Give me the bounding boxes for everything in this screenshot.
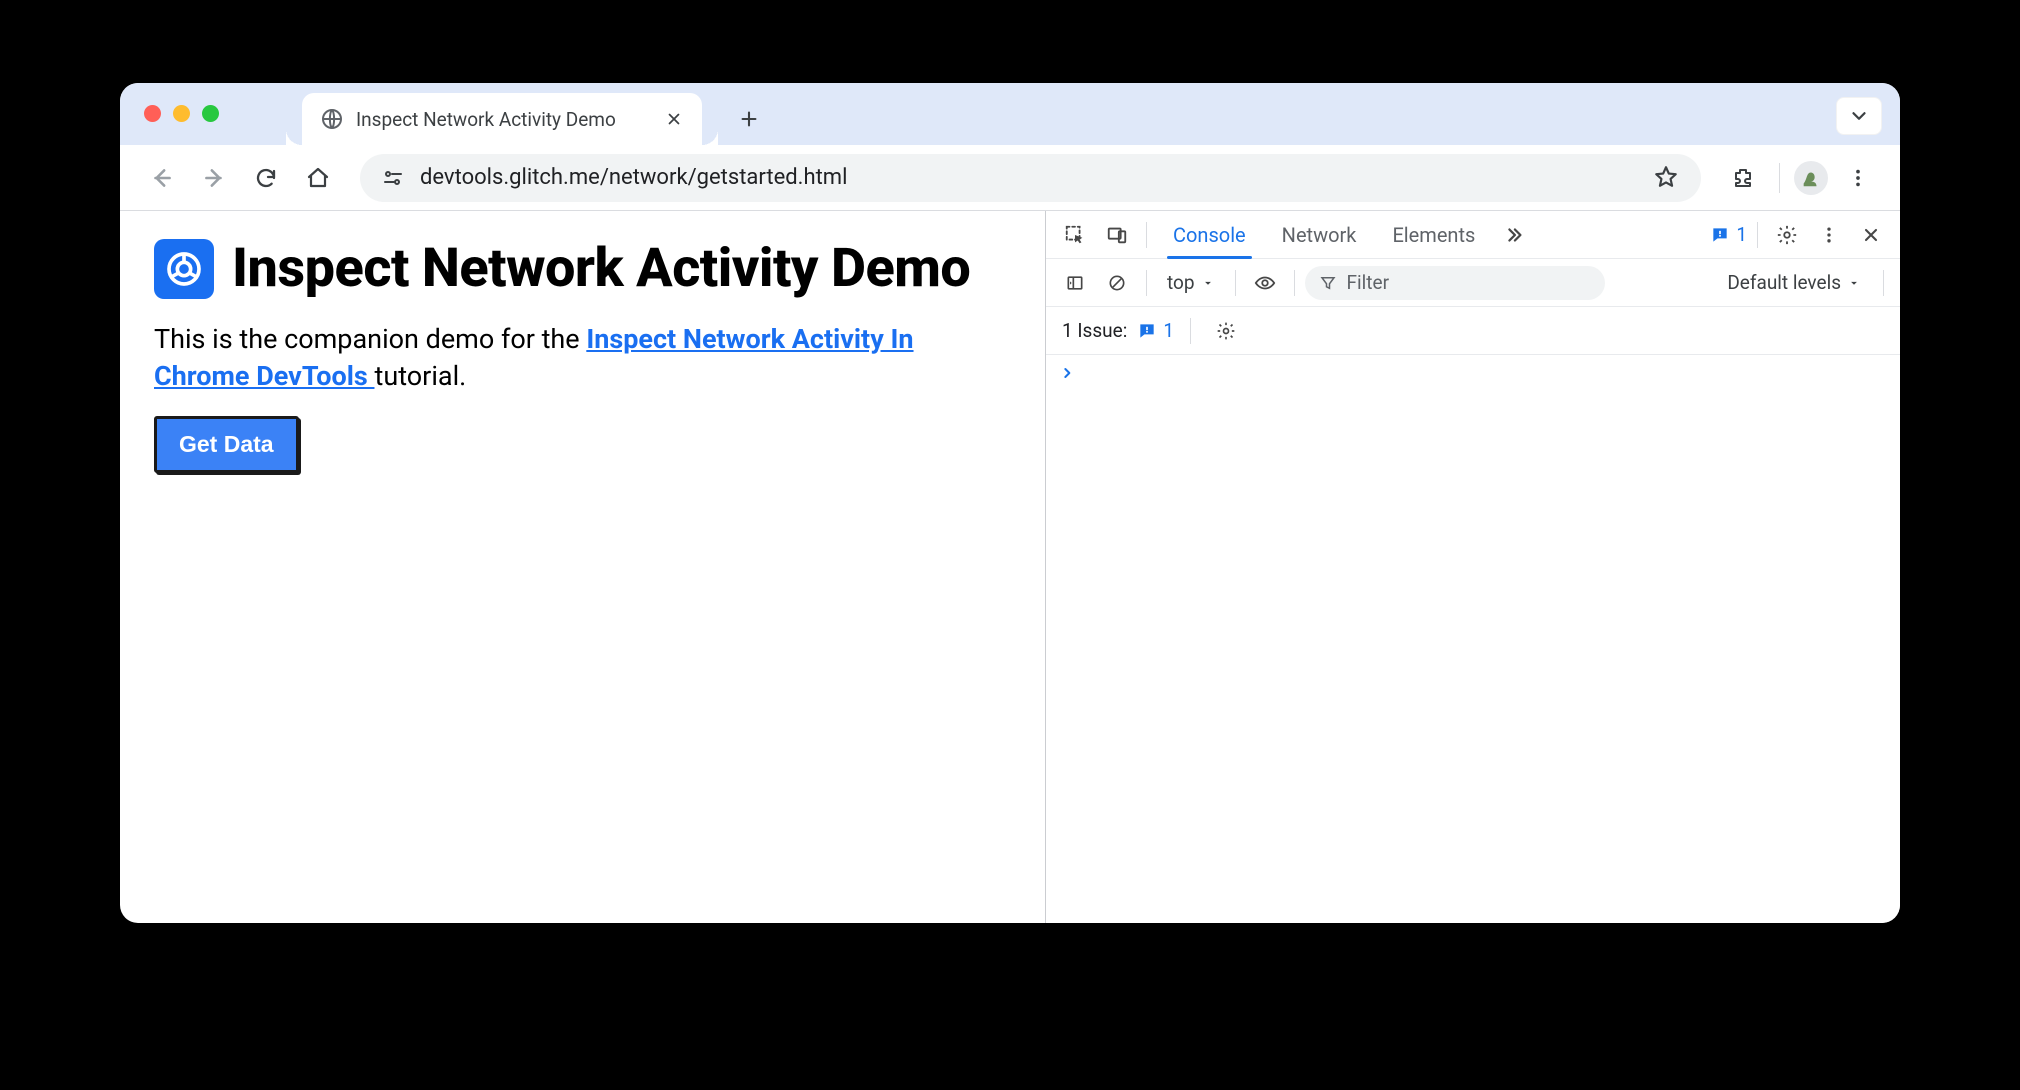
site-settings-icon[interactable]: [380, 165, 406, 191]
page-heading: Inspect Network Activity Demo: [154, 239, 1011, 299]
devtools-app-icon: [154, 239, 214, 299]
tab-strip: Inspect Network Activity Demo: [120, 83, 1900, 145]
browser-toolbar: devtools.glitch.me/network/getstarted.ht…: [120, 145, 1900, 211]
issues-count: 1: [1736, 223, 1747, 246]
issues-indicator[interactable]: 1: [1710, 223, 1747, 246]
clear-console-icon[interactable]: [1098, 264, 1136, 302]
browser-window: Inspect Network Activity Demo: [120, 83, 1900, 923]
minimize-window-button[interactable]: [173, 105, 190, 122]
close-devtools-icon[interactable]: [1852, 216, 1890, 254]
address-bar[interactable]: devtools.glitch.me/network/getstarted.ht…: [360, 154, 1701, 202]
tab-console[interactable]: Console: [1157, 211, 1262, 258]
page-intro: This is the companion demo for the Inspe…: [154, 321, 934, 394]
home-button[interactable]: [296, 156, 340, 200]
inspect-element-icon[interactable]: [1056, 216, 1094, 254]
reload-button[interactable]: [244, 156, 288, 200]
execution-context-selector[interactable]: top: [1157, 267, 1225, 299]
forward-button[interactable]: [192, 156, 236, 200]
tab-title: Inspect Network Activity Demo: [356, 108, 650, 131]
tab-elements[interactable]: Elements: [1376, 211, 1491, 258]
issues-label: 1 Issue:: [1062, 319, 1127, 342]
toggle-sidebar-icon[interactable]: [1056, 264, 1094, 302]
page-heading-text: Inspect Network Activity Demo: [232, 239, 970, 299]
devtools-separator: [1146, 270, 1147, 296]
profile-avatar[interactable]: [1794, 161, 1828, 195]
devtools-separator: [1757, 222, 1758, 248]
levels-label: Default levels: [1727, 271, 1841, 294]
filter-icon: [1319, 274, 1337, 292]
devtools-main-toolbar: Console Network Elements 1: [1046, 211, 1900, 259]
devtools-menu-icon[interactable]: [1810, 216, 1848, 254]
web-page: Inspect Network Activity Demo This is th…: [120, 211, 1046, 923]
back-button[interactable]: [140, 156, 184, 200]
console-output[interactable]: [1046, 355, 1900, 923]
devtools-separator: [1190, 318, 1191, 344]
devtools-separator: [1294, 270, 1295, 296]
settings-gear-icon[interactable]: [1768, 216, 1806, 254]
console-settings-gear-icon[interactable]: [1207, 312, 1245, 350]
live-expression-icon[interactable]: [1246, 264, 1284, 302]
close-window-button[interactable]: [144, 105, 161, 122]
device-toolbar-icon[interactable]: [1098, 216, 1136, 254]
console-prompt-icon: [1060, 365, 1886, 381]
issues-count-inline: 1: [1163, 319, 1174, 342]
tab-search-button[interactable]: [1836, 97, 1882, 135]
fullscreen-window-button[interactable]: [202, 105, 219, 122]
devtools-panel: Console Network Elements 1: [1046, 211, 1900, 923]
more-tabs-icon[interactable]: [1495, 216, 1533, 254]
bookmark-star-icon[interactable]: [1653, 164, 1681, 192]
window-controls: [144, 105, 219, 122]
close-tab-icon[interactable]: [662, 107, 686, 131]
devtools-separator: [1235, 270, 1236, 296]
intro-prefix: This is the companion demo for the: [154, 323, 586, 355]
log-levels-selector[interactable]: Default levels: [1715, 271, 1873, 294]
new-tab-button[interactable]: [728, 98, 770, 140]
content-area: Inspect Network Activity Demo This is th…: [120, 211, 1900, 923]
browser-tab[interactable]: Inspect Network Activity Demo: [302, 93, 702, 145]
chrome-menu-button[interactable]: [1836, 156, 1880, 200]
url-text: devtools.glitch.me/network/getstarted.ht…: [420, 165, 1639, 190]
get-data-button[interactable]: Get Data: [154, 416, 299, 473]
context-label: top: [1167, 271, 1195, 294]
console-toolbar: top Filter: [1046, 259, 1900, 307]
issues-link[interactable]: 1: [1137, 319, 1174, 342]
console-filter-input[interactable]: Filter: [1305, 266, 1605, 300]
devtools-separator: [1146, 222, 1147, 248]
console-issues-row: 1 Issue: 1: [1046, 307, 1900, 355]
extensions-button[interactable]: [1721, 156, 1765, 200]
tab-network[interactable]: Network: [1266, 211, 1373, 258]
globe-icon: [320, 107, 344, 131]
filter-placeholder: Filter: [1347, 271, 1389, 294]
intro-suffix: tutorial.: [374, 360, 466, 392]
toolbar-divider: [1779, 163, 1780, 193]
devtools-separator: [1883, 270, 1884, 296]
